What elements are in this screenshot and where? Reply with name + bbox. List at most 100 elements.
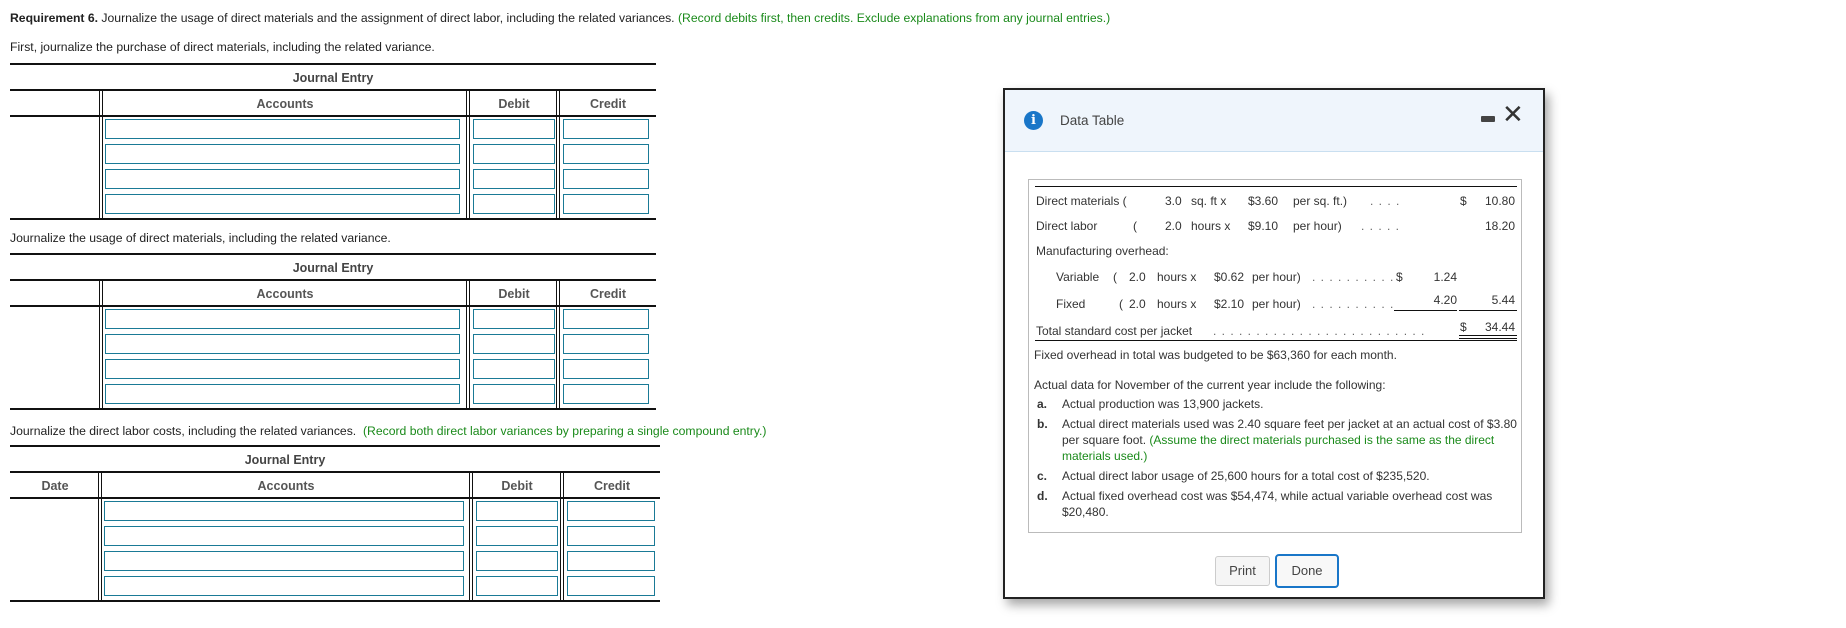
- item-label: d.: [1037, 489, 1048, 503]
- debit-input[interactable]: [473, 144, 555, 164]
- fix-amount: 4.20: [1433, 293, 1457, 307]
- column-divider: [98, 472, 99, 601]
- actual-item: b. Actual direct materials used was 2.40…: [1037, 416, 1517, 464]
- debit-input[interactable]: [473, 119, 555, 139]
- debit-input[interactable]: [476, 576, 558, 596]
- account-input[interactable]: [105, 119, 460, 139]
- table-top-rule: [10, 253, 656, 255]
- credit-input[interactable]: [563, 384, 649, 404]
- debit-input[interactable]: [473, 334, 555, 354]
- item-label: c.: [1037, 469, 1048, 483]
- debit-input[interactable]: [473, 169, 555, 189]
- fix-per: per hour): [1252, 297, 1301, 311]
- column-divider: [101, 472, 102, 601]
- fixed-underline: [1394, 310, 1457, 311]
- section3-text: Journalize the direct labor costs, inclu…: [10, 424, 357, 438]
- credit-input[interactable]: [563, 334, 649, 354]
- credit-input[interactable]: [567, 526, 655, 546]
- top-rule: [1035, 186, 1517, 187]
- account-input[interactable]: [104, 526, 464, 546]
- fix-label: Fixed: [1056, 297, 1086, 311]
- actual-item: a. Actual production was 13,900 jackets.: [1037, 396, 1517, 412]
- dm-unit: sq. ft x: [1191, 194, 1227, 208]
- account-input[interactable]: [105, 384, 460, 404]
- col-header-date: Date: [41, 479, 69, 493]
- dl-amount: 18.20: [1484, 219, 1515, 233]
- credit-input[interactable]: [563, 144, 649, 164]
- col-header-credit: Credit: [593, 479, 631, 493]
- var-dollar-sign: $: [1396, 270, 1403, 284]
- item-text: Actual production was 13,900 jackets.: [1062, 397, 1264, 411]
- account-input[interactable]: [105, 309, 460, 329]
- account-input[interactable]: [104, 501, 464, 521]
- credit-input[interactable]: [567, 576, 655, 596]
- moh-label: Manufacturing overhead:: [1036, 244, 1169, 258]
- fix-unit: hours x: [1157, 297, 1197, 311]
- var-unit: hours x: [1157, 270, 1197, 284]
- item-text-wrapper: Actual direct materials used was 2.40 sq…: [1062, 416, 1517, 464]
- section3-note: (Record both direct labor variances by p…: [362, 424, 767, 438]
- requirement-text: Journalize the usage of direct materials…: [98, 11, 675, 25]
- fix-paren: (: [1119, 297, 1123, 311]
- table-bottom-rule: [10, 600, 660, 602]
- print-button[interactable]: Print: [1215, 556, 1270, 586]
- column-divider: [99, 90, 100, 219]
- column-divider: [102, 280, 103, 409]
- table-bottom-rule: [10, 218, 656, 220]
- total-dollar-sign: $: [1460, 320, 1467, 334]
- dl-label: Direct labor: [1036, 219, 1098, 233]
- credit-input[interactable]: [563, 309, 649, 329]
- debit-input[interactable]: [473, 194, 555, 214]
- total-double-underline: [1459, 335, 1517, 339]
- actual-data-intro: Actual data for November of the current …: [1034, 378, 1386, 392]
- requirement-instructions: Requirement 6. Journalize the usage of d…: [10, 11, 1110, 25]
- done-button[interactable]: Done: [1275, 554, 1339, 588]
- var-label: Variable: [1056, 270, 1100, 284]
- table-top-rule: [10, 445, 660, 447]
- account-input[interactable]: [105, 334, 460, 354]
- column-divider: [556, 90, 557, 219]
- debit-input[interactable]: [476, 501, 558, 521]
- credit-input[interactable]: [567, 551, 655, 571]
- credit-input[interactable]: [563, 359, 649, 379]
- standard-cost-data-box: Direct materials ( 3.0 sq. ft x $3.60 pe…: [1028, 179, 1522, 533]
- section3-instruction: Journalize the direct labor costs, inclu…: [10, 424, 767, 438]
- total-label: Total standard cost per jacket: [1036, 324, 1193, 338]
- close-icon[interactable]: ✕: [1502, 102, 1524, 128]
- dl-qty: 2.0: [1165, 219, 1182, 233]
- subtotal-underline: [1459, 310, 1517, 311]
- column-divider: [560, 472, 561, 601]
- fixed-overhead-note: Fixed overhead in total was budgeted to …: [1034, 348, 1397, 362]
- account-input[interactable]: [105, 359, 460, 379]
- credit-input[interactable]: [567, 501, 655, 521]
- account-input[interactable]: [105, 169, 460, 189]
- journal-table-title: Journal Entry: [292, 71, 374, 85]
- var-amount: 1.24: [1433, 270, 1457, 284]
- column-divider: [559, 90, 560, 219]
- requirement-label: Requirement 6.: [10, 11, 99, 25]
- credit-input[interactable]: [563, 194, 649, 214]
- account-input[interactable]: [104, 551, 464, 571]
- account-input[interactable]: [105, 144, 460, 164]
- account-input[interactable]: [105, 194, 460, 214]
- debit-input[interactable]: [473, 384, 555, 404]
- info-icon: i: [1024, 111, 1043, 130]
- column-divider: [466, 280, 467, 409]
- debit-input[interactable]: [473, 309, 555, 329]
- col-header-accounts: Accounts: [256, 97, 314, 111]
- dl-per: per hour): [1293, 219, 1342, 233]
- debit-input[interactable]: [473, 359, 555, 379]
- dm-label: Direct materials (: [1036, 194, 1127, 208]
- dm-rate: $3.60: [1248, 194, 1279, 208]
- var-leader-dots: . . . . . . . . . .: [1312, 270, 1395, 284]
- account-input[interactable]: [104, 576, 464, 596]
- credit-input[interactable]: [563, 169, 649, 189]
- section1-instruction: First, journalize the purchase of direct…: [10, 40, 435, 54]
- credit-input[interactable]: [563, 119, 649, 139]
- dm-dollar-sign: $: [1460, 194, 1467, 208]
- debit-input[interactable]: [476, 526, 558, 546]
- minimize-icon[interactable]: [1481, 116, 1495, 122]
- actual-item: d. Actual fixed overhead cost was $54,47…: [1037, 488, 1517, 520]
- debit-input[interactable]: [476, 551, 558, 571]
- dl-leader-dots: . . . . .: [1361, 219, 1401, 233]
